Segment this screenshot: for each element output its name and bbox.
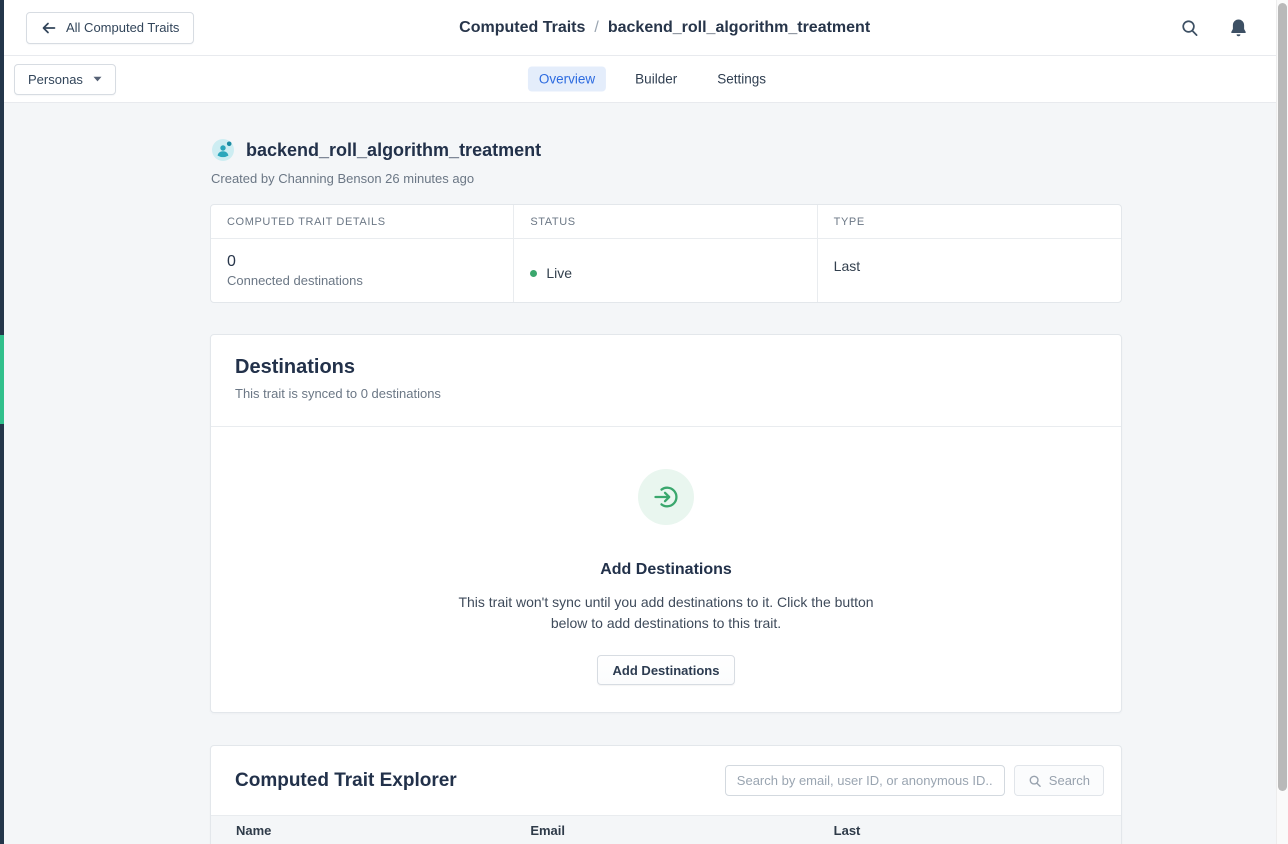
collapsed-sidebar-strip[interactable]: [0, 0, 4, 844]
connected-destinations-cell: 0 Connected destinations: [211, 239, 514, 302]
connected-destinations-count: 0: [227, 252, 497, 271]
explorer-title: Computed Trait Explorer: [235, 770, 457, 792]
created-by-text: Created by Channing Benson 26 minutes ag…: [211, 171, 1122, 186]
personas-dropdown-label: Personas: [28, 72, 83, 87]
page-scrollbar[interactable]: [1276, 0, 1288, 844]
destinations-card: Destinations This trait is synced to 0 d…: [210, 334, 1122, 713]
breadcrumb-parent[interactable]: Computed Traits: [459, 19, 585, 36]
status-cell: Live: [514, 239, 817, 302]
tab-overview[interactable]: Overview: [528, 67, 606, 92]
computed-trait-explorer-card: Computed Trait Explorer Search: [210, 745, 1122, 844]
explorer-header: Computed Trait Explorer Search: [211, 746, 1121, 815]
computed-trait-avatar-icon: [211, 138, 235, 162]
back-to-all-computed-traits-button[interactable]: All Computed Traits: [26, 12, 194, 44]
destinations-empty-state: Add Destinations This trait won't sync u…: [211, 427, 1121, 712]
tab-builder[interactable]: Builder: [624, 67, 688, 92]
scrollbar-thumb[interactable]: [1278, 3, 1287, 791]
add-destination-circle: [638, 469, 694, 525]
type-cell: Last: [818, 239, 1121, 302]
top-bar: All Computed Traits Computed Traits / back…: [4, 0, 1276, 56]
notifications-bell-icon[interactable]: [1229, 18, 1248, 38]
trait-title-block: backend_roll_algorithm_treatment Created…: [210, 138, 1122, 186]
live-status-dot: [530, 270, 537, 277]
topbar-icons: [1180, 18, 1254, 38]
explorer-table-header-row: Name Email Last: [211, 816, 1121, 844]
column-header-last: Last: [818, 816, 1121, 844]
destinations-title: Destinations: [235, 356, 1097, 379]
explorer-table: Name Email Last AC Arthur Chapman: [211, 815, 1121, 844]
explorer-search-button[interactable]: Search: [1014, 765, 1104, 796]
explorer-search-input[interactable]: [725, 765, 1005, 796]
enter-arrow-icon: [653, 484, 679, 510]
add-destinations-button[interactable]: Add Destinations: [597, 655, 736, 685]
app-root: All Computed Traits Computed Traits / back…: [4, 0, 1276, 844]
empty-state-body: This trait won't sync until you add dest…: [441, 592, 891, 634]
details-header-type: TYPE: [818, 205, 1121, 239]
destinations-subtitle: This trait is synced to 0 destinations: [235, 386, 1097, 401]
page-title: backend_roll_algorithm_treatment: [246, 140, 541, 161]
search-icon[interactable]: [1180, 18, 1199, 37]
main-content: backend_roll_algorithm_treatment Created…: [4, 103, 1276, 844]
destinations-card-header: Destinations This trait is synced to 0 d…: [211, 335, 1121, 427]
details-header-status: STATUS: [514, 205, 817, 239]
connected-destinations-label: Connected destinations: [227, 273, 497, 288]
search-icon: [1028, 774, 1042, 788]
secondary-nav-bar: Personas Overview Builder Settings: [4, 56, 1276, 103]
trait-details-table: COMPUTED TRAIT DETAILS STATUS TYPE 0 Con…: [210, 204, 1122, 303]
explorer-search-group: Search: [725, 765, 1104, 796]
status-badge: Live: [546, 265, 572, 281]
breadcrumb: Computed Traits / backend_roll_algorithm_t…: [459, 19, 870, 37]
details-header-computed-trait-details: COMPUTED TRAIT DETAILS: [211, 205, 514, 239]
back-button-label: All Computed Traits: [66, 20, 179, 35]
empty-state-title: Add Destinations: [211, 561, 1121, 579]
breadcrumb-separator: /: [594, 19, 598, 36]
back-arrow-icon: [41, 20, 57, 36]
search-button-label: Search: [1049, 773, 1090, 788]
personas-dropdown[interactable]: Personas: [14, 64, 116, 95]
sidebar-green-indicator: [0, 335, 4, 424]
breadcrumb-current: backend_roll_algorithm_treatment: [608, 19, 870, 36]
chevron-down-icon: [93, 76, 102, 82]
tab-list: Overview Builder Settings: [528, 67, 777, 92]
column-header-email: Email: [514, 816, 817, 844]
column-header-name: Name: [211, 816, 514, 844]
tab-settings[interactable]: Settings: [706, 67, 777, 92]
